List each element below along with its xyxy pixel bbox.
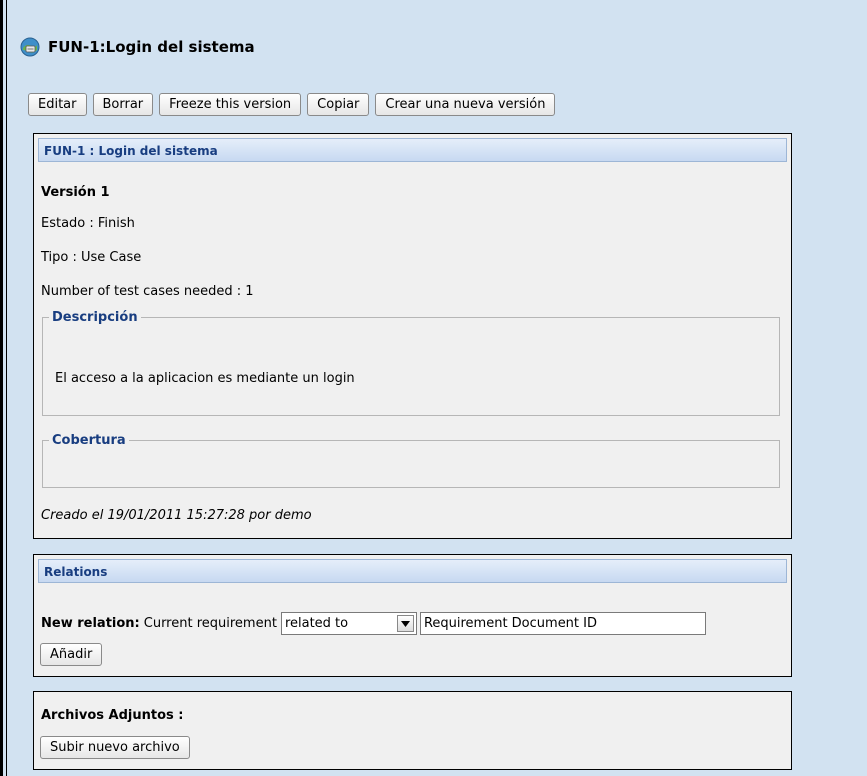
freeze-version-button[interactable]: Freeze this version (159, 93, 302, 116)
relation-type-select[interactable]: related to (280, 612, 417, 635)
attachments-panel: Archivos Adjuntos : Subir nuevo archivo (33, 691, 792, 770)
page-title: FUN-1:Login del sistema (48, 38, 255, 56)
window-border-inner (6, 0, 7, 776)
testlink-logo-icon (20, 37, 40, 57)
description-legend: Descripción (52, 310, 138, 325)
status-text: Estado : Finish (41, 216, 135, 231)
current-requirement-label: Current requirement (143, 616, 277, 631)
requirement-panel: FUN-1 : Login del sistema Versión 1 Esta… (33, 133, 792, 539)
relations-panel: Relations New relation: Current requirem… (33, 554, 792, 677)
created-info: Creado el 19/01/2011 15:27:28 por demo (41, 508, 312, 523)
add-relation-button[interactable]: Añadir (40, 643, 103, 666)
coverage-fieldset: Cobertura (42, 433, 780, 488)
relations-panel-title: Relations (38, 559, 787, 583)
copy-button[interactable]: Copiar (307, 93, 370, 116)
new-relation-label: New relation: (41, 616, 140, 631)
dropdown-arrow-icon[interactable] (396, 615, 414, 632)
new-relation-row: New relation: Current requirement relate… (41, 612, 706, 635)
coverage-legend: Cobertura (52, 433, 126, 448)
upload-file-button[interactable]: Subir nuevo archivo (40, 736, 190, 759)
test-cases-needed-text: Number of test cases needed : 1 (41, 284, 254, 299)
description-fieldset: Descripción El acceso a la aplicacion es… (42, 310, 780, 416)
type-text: Tipo : Use Case (41, 250, 142, 265)
attachments-title: Archivos Adjuntos : (41, 708, 184, 723)
requirement-panel-title: FUN-1 : Login del sistema (38, 138, 787, 162)
version-label: Versión 1 (41, 185, 110, 200)
edit-button[interactable]: Editar (28, 93, 87, 116)
requirement-toolbar: Editar Borrar Freeze this version Copiar… (28, 93, 556, 116)
window-border-left (0, 0, 3, 776)
page-header: FUN-1:Login del sistema (20, 35, 255, 59)
relation-type-value: related to (284, 616, 349, 631)
requirement-doc-id-input[interactable] (419, 612, 706, 635)
create-new-version-button[interactable]: Crear una nueva versión (375, 93, 556, 116)
description-text: El acceso a la aplicacion es mediante un… (55, 371, 355, 386)
delete-button[interactable]: Borrar (92, 93, 154, 116)
